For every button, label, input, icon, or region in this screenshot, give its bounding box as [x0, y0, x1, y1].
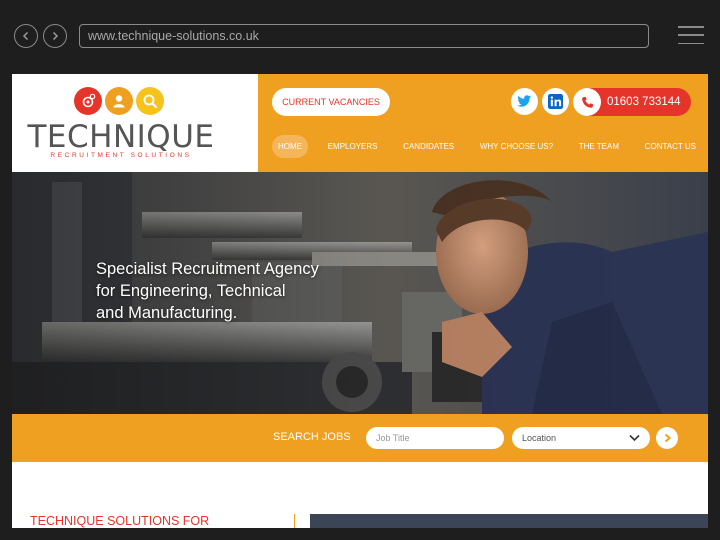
intro-heading: TECHNIQUE SOLUTIONS FOR — [30, 514, 210, 528]
hero-line-3: and Manufacturing. — [96, 304, 238, 322]
main-nav: HOME EMPLOYERS CANDIDATES WHY CHOOSE US?… — [272, 134, 702, 158]
site-header: TECHNIQUE RECRUITMENT SOLUTIONS CURRENT … — [12, 74, 708, 172]
web-page: TECHNIQUE RECRUITMENT SOLUTIONS CURRENT … — [12, 74, 708, 528]
job-search-bar: SEARCH JOBS Location — [12, 414, 708, 462]
phone-icon — [573, 88, 601, 116]
location-select-value: Location — [522, 433, 557, 443]
location-select[interactable]: Location — [512, 427, 650, 449]
linkedin-icon[interactable] — [542, 88, 569, 115]
job-title-input[interactable] — [366, 427, 504, 449]
nav-item-employers[interactable]: EMPLOYERS — [322, 135, 384, 158]
browser-chrome: www.technique-solutions.co.uk — [0, 0, 720, 74]
hero-line-1: Specialist Recruitment Agency — [96, 260, 319, 278]
phone-number-button[interactable]: 01603 733144 — [573, 88, 691, 116]
nav-item-why-choose-us[interactable]: WHY CHOOSE US? — [474, 135, 559, 158]
chevron-right-icon — [664, 433, 671, 443]
person-icon — [105, 87, 133, 115]
logo[interactable]: TECHNIQUE RECRUITMENT SOLUTIONS — [12, 74, 258, 172]
nav-item-the-team[interactable]: THE TEAM — [573, 135, 625, 158]
menu-icon[interactable] — [678, 26, 704, 44]
section-divider — [294, 514, 295, 528]
magnifier-icon — [136, 87, 164, 115]
search-submit-button[interactable] — [656, 427, 678, 449]
logo-icons — [74, 87, 164, 115]
current-vacancies-button[interactable]: CURRENT VACANCIES — [272, 88, 390, 116]
nav-item-home[interactable]: HOME — [272, 134, 308, 158]
chevron-down-icon — [629, 434, 640, 442]
nav-item-contact-us[interactable]: CONTACT US — [639, 135, 702, 158]
header-bar: CURRENT VACANCIES 01603 733144 HOME EMPL… — [258, 74, 708, 172]
logo-subtitle: RECRUITMENT SOLUTIONS — [50, 152, 192, 159]
twitter-icon[interactable] — [511, 88, 538, 115]
logo-wordmark: TECHNIQUE — [27, 119, 215, 155]
phone-number: 01603 733144 — [607, 96, 681, 108]
hero-tagline: Specialist Recruitment Agency for Engine… — [96, 258, 356, 324]
hero-line-2: for Engineering, Technical — [96, 282, 286, 300]
chevron-left-icon — [22, 31, 29, 41]
chevron-right-icon — [52, 31, 59, 41]
back-button[interactable] — [14, 24, 38, 48]
search-jobs-label: SEARCH JOBS — [273, 431, 351, 443]
address-bar[interactable]: www.technique-solutions.co.uk — [79, 24, 649, 48]
intro-image — [310, 514, 708, 528]
nav-item-candidates[interactable]: CANDIDATES — [397, 135, 460, 158]
gears-icon — [74, 87, 102, 115]
hero-banner: Specialist Recruitment Agency for Engine… — [12, 172, 708, 414]
forward-button[interactable] — [43, 24, 67, 48]
intro-section: TECHNIQUE SOLUTIONS FOR — [12, 462, 708, 528]
